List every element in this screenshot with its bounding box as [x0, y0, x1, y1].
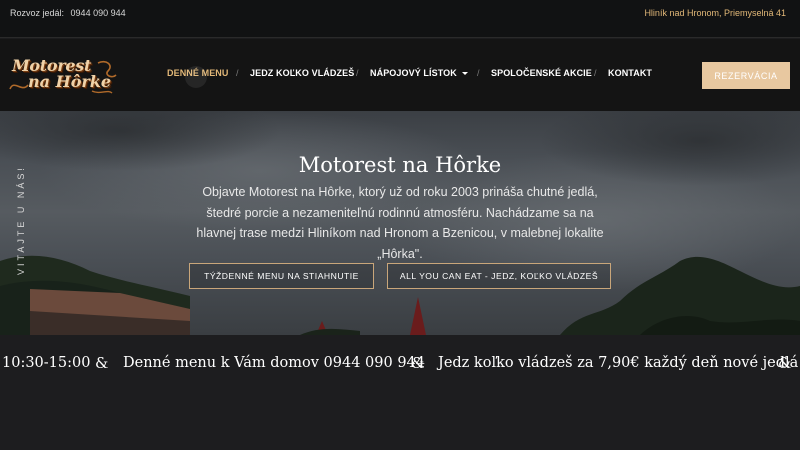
nav-item-spolocenske-akcie[interactable]: SPOLOČENSKÉ AKCIE [491, 68, 592, 78]
ticker-item-hours: 10:30-15:00 [2, 355, 91, 371]
nav-separator: / [236, 68, 239, 78]
ticker-separator: & [778, 354, 792, 372]
logo-text-line2: na Hôrke [28, 72, 112, 91]
delivery-info: Rozvoz jedál: 0944 090 944 [10, 8, 126, 18]
main-navigation: Motorest na Hôrke DENNÉ MENU / JEDZ KOĽK… [0, 39, 800, 111]
chevron-down-icon [461, 72, 468, 76]
nav-item-kontakt[interactable]: KONTAKT [608, 68, 652, 78]
delivery-label: Rozvoz jedál: [10, 8, 65, 18]
announcement-ticker: 10:30-15:00 & Denné menu k Vám domov 094… [0, 335, 800, 450]
hero-section: Motorest na Hôrke Objavte Motorest na Hô… [0, 111, 800, 335]
hover-indicator [185, 66, 207, 88]
nav-item-napojovy-listok-label: NÁPOJOVÝ LÍSTOK [370, 68, 457, 78]
nav-separator: / [356, 68, 359, 78]
nav-separator: / [477, 68, 480, 78]
hero-description: Objavte Motorest na Hôrke, ktorý už od r… [196, 185, 604, 261]
hero-title: Motorest na Hôrke [298, 153, 502, 177]
welcome-vertical-text: VITAJTE U NÁS! [16, 165, 26, 275]
nav-separator: / [594, 68, 597, 78]
ticker-item-delivery: Denné menu k Vám domov 0944 090 944 [123, 355, 425, 371]
ticker-separator: & [411, 354, 425, 372]
address-link[interactable]: Hliník nad Hronom, Priemyselná 41 [644, 8, 786, 18]
delivery-phone-link[interactable]: 0944 090 944 [71, 8, 126, 18]
ticker-separator: & [95, 354, 109, 372]
all-you-can-eat-button[interactable]: ALL YOU CAN EAT - JEDZ, KOĽKO VLÁDZEŠ [387, 263, 611, 289]
top-info-bar: Rozvoz jedál: 0944 090 944 Hliník nad Hr… [0, 0, 800, 38]
site-logo[interactable]: Motorest na Hôrke [8, 55, 117, 95]
reservation-button[interactable]: REZERVÁCIA [702, 62, 790, 89]
nav-item-jedz-kolko-vladzes[interactable]: JEDZ KOĽKO VLÁDZEŠ [250, 68, 354, 78]
nav-item-napojovy-listok[interactable]: NÁPOJOVÝ LÍSTOK [370, 68, 468, 78]
ticker-item-all-you-can-eat: Jedz koľko vládzeš za 7,90€ každý deň no… [438, 355, 799, 371]
weekly-menu-download-button[interactable]: TÝŽDENNÉ MENU NA STIAHNUTIE [189, 263, 374, 289]
